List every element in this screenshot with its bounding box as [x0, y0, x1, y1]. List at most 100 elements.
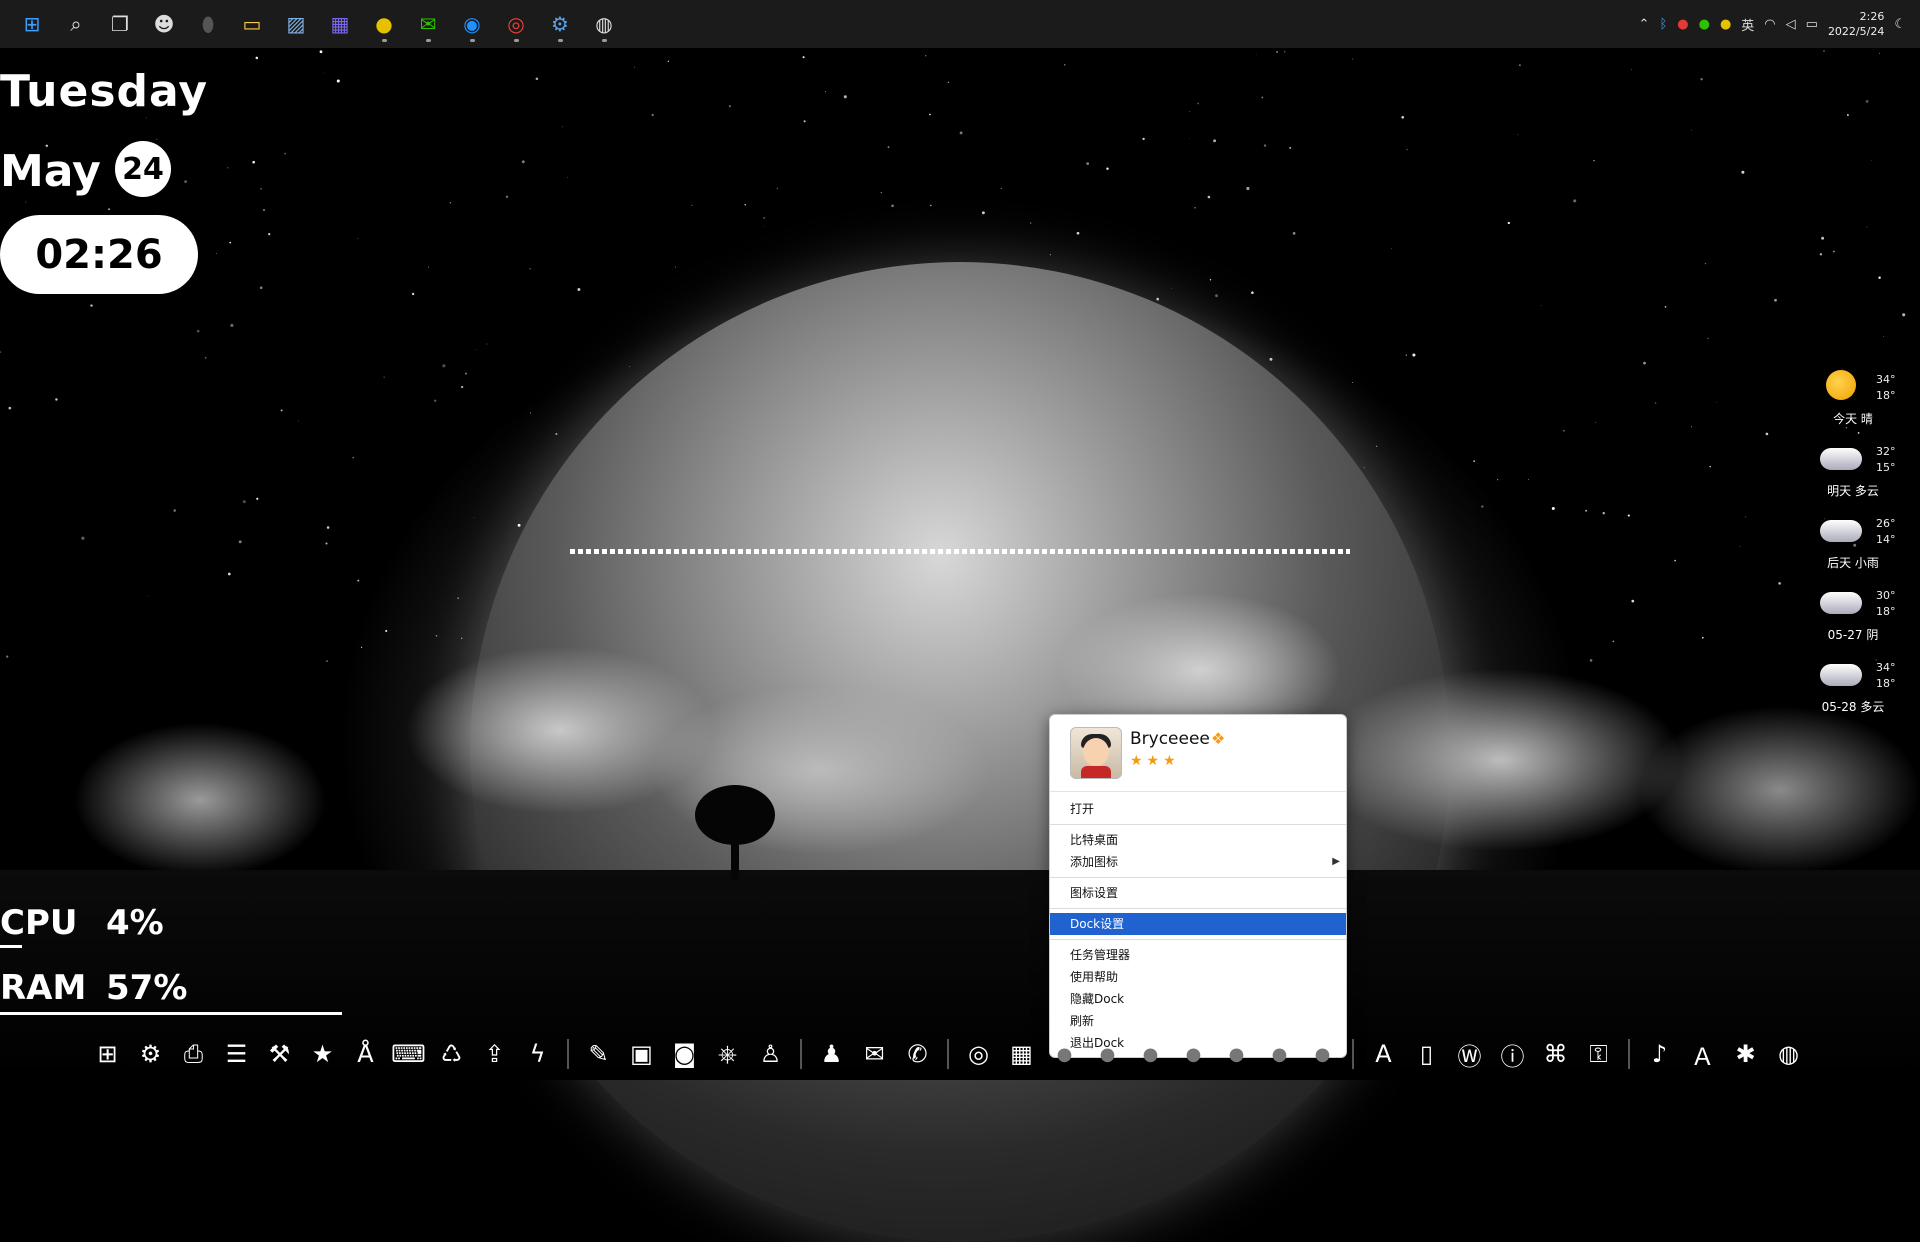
star [230, 323, 234, 327]
battery-icon[interactable]: ▭ [1806, 17, 1818, 32]
circle-icon[interactable]: ● [1301, 1032, 1344, 1076]
menu-item[interactable]: 比特桌面 [1050, 829, 1346, 851]
star-folder-icon[interactable]: ★ [301, 1032, 344, 1076]
menu-item[interactable]: Dock设置 [1050, 913, 1346, 935]
circle-icon[interactable]: ● [1258, 1032, 1301, 1076]
app-tray-icon[interactable]: ● [1677, 17, 1688, 32]
circle-icon[interactable]: ● [1172, 1032, 1215, 1076]
tray-date: 2022/5/24 [1827, 25, 1885, 38]
level-stars: ★★★ [1130, 753, 1180, 769]
photos-icon[interactable]: ▨ [274, 0, 318, 48]
star [929, 204, 932, 207]
search-icon[interactable]: ⌕ [54, 0, 98, 48]
music-icon[interactable]: ♪ [1638, 1032, 1681, 1076]
windows-icon[interactable]: ⊞ [86, 1032, 129, 1076]
menu-item[interactable]: 使用帮助 [1050, 966, 1346, 988]
calendar-app-icon[interactable]: ▦ [318, 0, 362, 48]
wechat-icon[interactable]: ✉ [406, 0, 450, 48]
upload-icon[interactable]: ⇪ [473, 1032, 516, 1076]
menu-item[interactable]: 打开 [1050, 798, 1346, 820]
ime-indicator[interactable]: 英 [1741, 15, 1754, 34]
tencent-app-icon[interactable]: ● [362, 0, 406, 48]
tray-clock[interactable]: 2:26 2022/5/24 [1828, 9, 1884, 39]
chrome-icon[interactable]: ◎ [957, 1032, 1000, 1076]
gear-icon[interactable]: ⚙ [129, 1032, 172, 1076]
ram-label: RAM [0, 968, 87, 1008]
browser-icon[interactable]: ◉ [450, 0, 494, 48]
star [1709, 465, 1711, 468]
gamepad-icon[interactable]: ⎈ [706, 1032, 749, 1076]
bottom-dock: ⊞ ⚙ ⎙ ☰ ⚒ ★ Å ⌨ ♺ ⇪ ϟ ✎ ▣ ◙ ⎈ ♙ ♟ ✉ ✆ ◎ ▦ ● ● ● ● ● ● ● A ▯ Ⓦⓘ ⌘ ⚿ ♪ Ａ ✱ ◍ [86, 1032, 1810, 1076]
shield-icon[interactable]: ⬮ [186, 0, 230, 48]
bug-icon[interactable]: ✱ [1724, 1032, 1767, 1076]
cmd-icon[interactable]: ⌘ [1534, 1032, 1577, 1076]
star [1076, 231, 1080, 235]
menu-item-label: 使用帮助 [1070, 970, 1119, 984]
star [486, 343, 488, 345]
tools-icon[interactable]: ⚒ [258, 1032, 301, 1076]
app-store-icon[interactable]: Å [344, 1032, 387, 1076]
info-icon[interactable]: ⓘ [1491, 1032, 1534, 1076]
adobe-icon[interactable]: A [1362, 1032, 1405, 1076]
terminal-icon[interactable]: ⌨ [387, 1032, 430, 1076]
high-temp: 26° [1876, 517, 1896, 530]
star [1213, 139, 1217, 143]
menu-item[interactable]: 添加图标 ▶ [1050, 851, 1346, 873]
chat-icon[interactable]: ✆ [896, 1032, 939, 1076]
moon-icon[interactable]: ☾ [1894, 17, 1906, 32]
star [1716, 401, 1718, 403]
chrome-icon[interactable]: ◎ [494, 0, 538, 48]
dock-separator [800, 1039, 802, 1069]
settings-icon[interactable]: ⚙ [538, 0, 582, 48]
qq-icon[interactable]: ♟ [810, 1032, 853, 1076]
circle-icon[interactable]: ● [1129, 1032, 1172, 1076]
calendar-icon[interactable]: ▦ [1000, 1032, 1043, 1076]
lightning-icon[interactable]: ϟ [516, 1032, 559, 1076]
monitor-download-icon[interactable]: ⎙ [172, 1032, 215, 1076]
toolbox-icon[interactable]: ⚿ [1577, 1032, 1620, 1076]
steam-icon[interactable]: ◍ [1767, 1032, 1810, 1076]
task-view-icon[interactable]: ❐ [98, 0, 142, 48]
top-taskbar: ⊞ ⌕ ❐ ☻ ⬮ ▭ ▨ ▦ ● ✉ ◉ ◎ ⚙ ◍ ⌃ ᛒ ● ● ● 英 ◠ ◁ ▭ 2:26 20… [0, 0, 1920, 48]
chevron-up-icon[interactable]: ⌃ [1639, 17, 1650, 32]
file-explorer-icon[interactable]: ▭ [230, 0, 274, 48]
circle-icon[interactable]: ● [1215, 1032, 1258, 1076]
menu-item[interactable]: 图标设置 [1050, 882, 1346, 904]
camera-icon[interactable]: ◙ [663, 1032, 706, 1076]
circle-icon[interactable]: ● [1043, 1032, 1086, 1076]
menu-separator [1050, 877, 1346, 878]
steam-icon[interactable]: ◍ [582, 0, 626, 48]
windows-start-icon[interactable]: ⊞ [10, 0, 54, 48]
star [1585, 509, 1588, 512]
trash-icon[interactable]: ♺ [430, 1032, 473, 1076]
brush-icon[interactable]: ✎ [577, 1032, 620, 1076]
menu-item[interactable]: 刷新 [1050, 1010, 1346, 1032]
star [529, 267, 531, 270]
tencent-tray-icon[interactable]: ● [1720, 17, 1731, 32]
menu-item[interactable]: 隐藏Dock [1050, 988, 1346, 1010]
browser-icon-glyph: ◉ [463, 12, 481, 36]
wechat-icon[interactable]: ✉ [853, 1032, 896, 1076]
star [691, 204, 693, 207]
translate-icon[interactable]: Ａ [1681, 1032, 1724, 1076]
tv-icon[interactable]: ▣ [620, 1032, 663, 1076]
menu-item[interactable]: 任务管理器 [1050, 944, 1346, 966]
list-icon[interactable]: ☰ [215, 1032, 258, 1076]
submenu-arrow-icon: ▶ [1332, 856, 1340, 867]
office-icon[interactable]: ▯ [1405, 1032, 1448, 1076]
wifi-icon[interactable]: ◠ [1764, 17, 1775, 32]
low-temp: 14° [1876, 533, 1896, 546]
alien-icon[interactable]: ☻ [142, 0, 186, 48]
robot-icon[interactable]: ♙ [749, 1032, 792, 1076]
wps-icon[interactable]: Ⓦ [1448, 1032, 1491, 1076]
avatar[interactable] [1070, 727, 1122, 779]
running-indicator [513, 39, 519, 42]
volume-icon[interactable]: ◁ [1786, 17, 1796, 32]
wechat-tray-icon[interactable]: ● [1699, 17, 1710, 32]
star [252, 160, 256, 164]
star [1063, 64, 1066, 66]
star [1473, 460, 1476, 463]
circle-icon[interactable]: ● [1086, 1032, 1129, 1076]
bluetooth-icon[interactable]: ᛒ [1659, 17, 1667, 32]
weather-widget[interactable]: 34° 18° 今天 晴 32° 15° 明天 多云 26° 14° 后天 小雨 30° 18° 05… [1808, 360, 1920, 720]
